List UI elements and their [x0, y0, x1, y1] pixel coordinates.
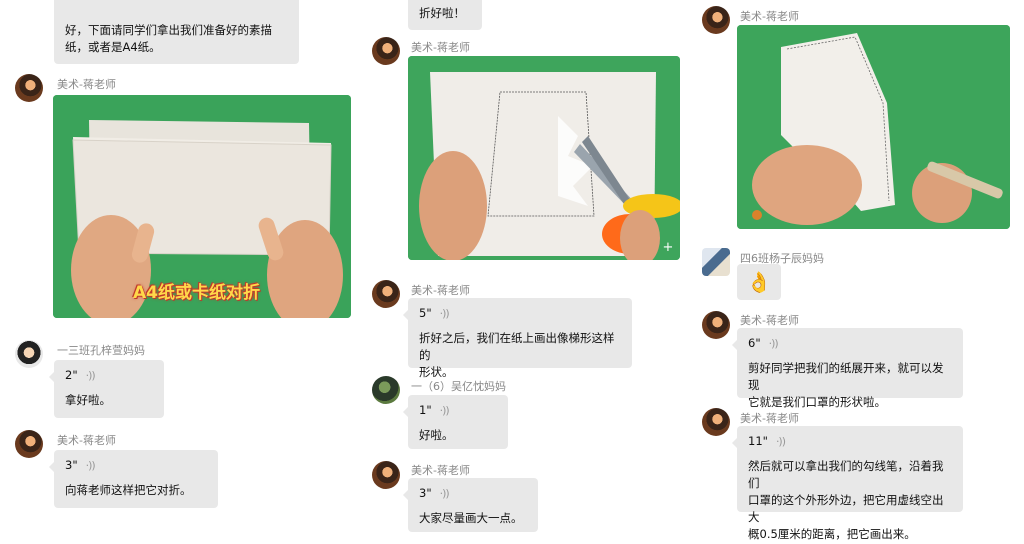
- voice-wave-icon[interactable]: ·)): [440, 402, 450, 419]
- avatar[interactable]: [372, 461, 400, 489]
- sender-name: 美术-蒋老师: [740, 314, 799, 327]
- bubble-tail: [403, 407, 408, 417]
- sender-name: 美术-蒋老师: [57, 78, 116, 91]
- avatar[interactable]: [372, 37, 400, 65]
- avatar[interactable]: [372, 280, 400, 308]
- avatar[interactable]: [372, 376, 400, 404]
- voice-duration: 11": [748, 433, 768, 448]
- voice-duration: 1": [419, 402, 432, 417]
- voice-message-bubble[interactable]: 2" ·)) 拿好啦。: [49, 360, 164, 418]
- avatar[interactable]: [15, 340, 43, 368]
- bubble-tail: [403, 310, 408, 320]
- voice-duration: 2": [65, 367, 78, 382]
- photo-caption: A4纸或卡纸对折: [133, 283, 260, 303]
- message-bubble[interactable]: 折好啦！: [408, 0, 482, 30]
- message-text: 折好啦！: [419, 6, 465, 20]
- voice-wave-icon[interactable]: ·)): [86, 457, 96, 474]
- photo-message[interactable]: A4纸或卡纸对折: [53, 95, 351, 318]
- voice-duration: 6": [748, 335, 761, 350]
- sender-name: 美术-蒋老师: [57, 434, 116, 447]
- chat-column-3: 美术-蒋老师 四6班杨子辰妈妈 👌 美术-蒋老师 6" ·)) 剪好同学把我们的纸…: [690, 0, 1024, 544]
- chat-column-1: 好，下面请同学们拿出我们准备好的素描 纸，或者是A4纸。 美术-蒋老师 A4纸或…: [0, 0, 360, 544]
- avatar[interactable]: [702, 6, 730, 34]
- sender-name: 美术-蒋老师: [411, 464, 470, 477]
- sender-name: 美术-蒋老师: [740, 412, 799, 425]
- bubble-tail: [732, 340, 737, 350]
- message-bubble[interactable]: 好，下面请同学们拿出我们准备好的素描 纸，或者是A4纸。: [54, 0, 299, 64]
- bubble-tail: [403, 490, 408, 500]
- voice-wave-icon[interactable]: ·)): [86, 367, 96, 384]
- voice-wave-icon[interactable]: ·)): [440, 485, 450, 502]
- voice-duration: 3": [419, 485, 432, 500]
- voice-transcript: 然后就可以拿出我们的勾线笔，沿着我们 口罩的这个外形外边，把它用虚线空出大 概0…: [748, 459, 944, 541]
- avatar[interactable]: [702, 311, 730, 339]
- voice-message-bubble[interactable]: 5" ·)) 折好之后，我们在纸上画出像梯形这样的 形状。: [403, 298, 632, 379]
- photo-message[interactable]: [737, 25, 1010, 229]
- bubble-tail: [732, 438, 737, 448]
- cutting-paper-photo: [408, 56, 680, 260]
- sender-name: 美术-蒋老师: [411, 284, 470, 297]
- voice-duration: 5": [419, 305, 432, 320]
- voice-transcript: 大家尽量画大一点。: [419, 511, 523, 525]
- voice-message-bubble[interactable]: 3" ·)) 大家尽量画大一点。: [403, 478, 538, 532]
- voice-wave-icon[interactable]: ·)): [769, 335, 779, 352]
- voice-message-bubble[interactable]: 6" ·)) 剪好同学把我们的纸展开来，就可以发现 它就是我们口罩的形状啦。: [732, 328, 963, 409]
- voice-transcript: 剪好同学把我们的纸展开来，就可以发现 它就是我们口罩的形状啦。: [748, 361, 944, 409]
- bubble-tail: [49, 372, 54, 382]
- photo-message[interactable]: +: [408, 56, 680, 260]
- sender-name: 美术-蒋老师: [740, 10, 799, 23]
- sender-name: 美术-蒋老师: [411, 41, 470, 54]
- sender-name: 一三班孔梓萱妈妈: [57, 344, 145, 357]
- avatar[interactable]: [702, 248, 730, 276]
- voice-message-bubble[interactable]: 3" ·)) 向蒋老师这样把它对折。: [49, 450, 218, 508]
- voice-transcript: 折好之后，我们在纸上画出像梯形这样的 形状。: [419, 331, 615, 379]
- unfolded-mask-photo: [737, 25, 1010, 229]
- voice-transcript: 好啦。: [419, 428, 454, 442]
- avatar[interactable]: [702, 408, 730, 436]
- plus-icon[interactable]: +: [662, 241, 674, 254]
- voice-message-bubble[interactable]: 11" ·)) 然后就可以拿出我们的勾线笔，沿着我们 口罩的这个外形外边，把它用虚…: [732, 426, 963, 541]
- voice-wave-icon[interactable]: ·)): [776, 433, 786, 450]
- ok-hand-emoji: 👌: [746, 270, 772, 294]
- sender-name: 一（6）吴亿忱妈妈: [411, 380, 506, 393]
- message-text: 好，下面请同学们拿出我们准备好的素描 纸，或者是A4纸。: [65, 23, 272, 54]
- voice-transcript: 拿好啦。: [65, 393, 111, 407]
- chat-column-2: 折好啦！ 美术-蒋老师 + 美术-蒋老师 5" ·)) 折好之后，我们在纸上画出像…: [360, 0, 690, 544]
- voice-duration: 3": [65, 457, 78, 472]
- voice-message-bubble[interactable]: 1" ·)) 好啦。: [403, 395, 508, 449]
- avatar[interactable]: [15, 74, 43, 102]
- voice-wave-icon[interactable]: ·)): [440, 305, 450, 322]
- emoji-message-bubble[interactable]: 👌: [737, 264, 781, 300]
- bubble-tail: [49, 462, 54, 472]
- avatar[interactable]: [15, 430, 43, 458]
- voice-transcript: 向蒋老师这样把它对折。: [65, 483, 192, 497]
